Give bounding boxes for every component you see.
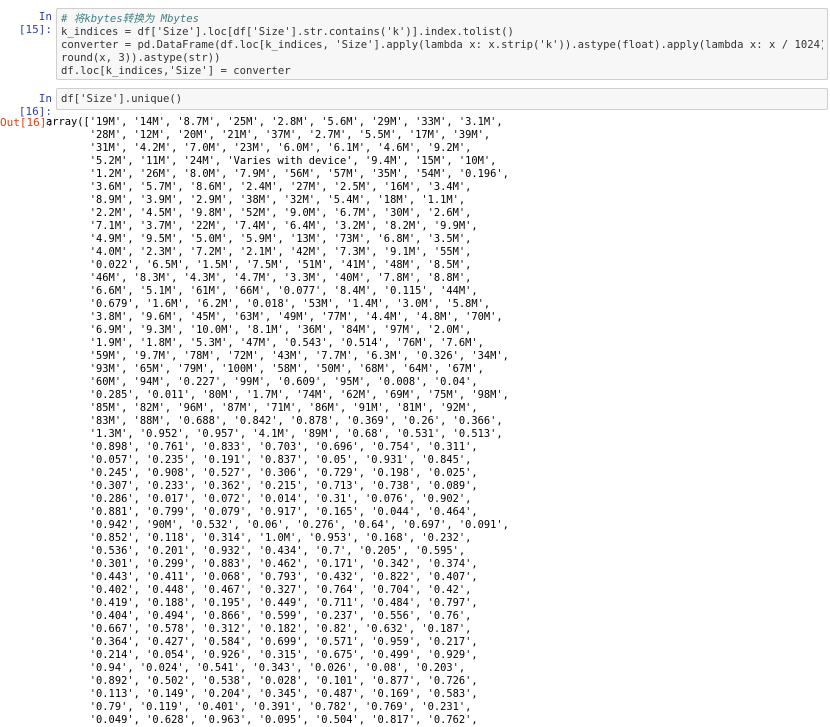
output-line: '0.307', '0.233', '0.362', '0.215', '0.7…	[46, 480, 478, 492]
code-line: df['Size'].unique()	[61, 93, 183, 105]
output-line: '3.6M', '5.7M', '8.6M', '2.4M', '27M', '…	[46, 181, 472, 193]
output-line: '0.898', '0.761', '0.833', '0.703', '0.6…	[46, 441, 478, 453]
code-line: df.loc[k_indices,'Size'] = converter	[61, 65, 291, 77]
output-line: '60M', '94M', '0.227', '99M', '0.609', '…	[46, 376, 478, 388]
code-input-16[interactable]: df['Size'].unique()	[56, 88, 828, 110]
output-line: '0.214', '0.054', '0.926', '0.315', '0.6…	[46, 649, 478, 661]
output-line: '0.022', '6.5M', '1.5M', '7.5M', '51M', …	[46, 259, 472, 271]
output-line: '6.9M', '9.3M', '10.0M', '8.1M', '36M', …	[46, 324, 472, 336]
output-line: '0.536', '0.201', '0.932', '0.434', '0.7…	[46, 545, 466, 557]
output-line: '0.94', '0.024', '0.541', '0.343', '0.02…	[46, 662, 466, 674]
output-line: '8.9M', '3.9M', '2.9M', '38M', '32M', '5…	[46, 194, 466, 206]
output-line: '0.286', '0.017', '0.072', '0.014', '0.3…	[46, 493, 472, 505]
output-line: '31M', '4.2M', '7.0M', '23M', '6.0M', '6…	[46, 142, 472, 154]
output-line: '4.0M', '2.3M', '7.2M', '2.1M', '42M', '…	[46, 246, 472, 258]
output-line: '46M', '8.3M', '4.3M', '4.7M', '3.3M', '…	[46, 272, 472, 284]
output-line: '0.402', '0.448', '0.467', '0.327', '0.7…	[46, 584, 472, 596]
output-line: '7.1M', '3.7M', '22M', '7.4M', '6.4M', '…	[46, 220, 478, 232]
output-line: '0.443', '0.411', '0.068', '0.793', '0.4…	[46, 571, 478, 583]
output-line: '0.667', '0.578', '0.312', '0.182', '0.8…	[46, 623, 472, 635]
code-input-15[interactable]: # 将kbytes转换为 Mbytes k_indices = df['Size'…	[56, 8, 828, 80]
output-line: '0.113', '0.149', '0.204', '0.345', '0.4…	[46, 688, 478, 700]
output-line: '0.057', '0.235', '0.191', '0.837', '0.0…	[46, 454, 472, 466]
output-line: '0.049', '0.628', '0.963', '0.095', '0.5…	[46, 714, 478, 726]
output-line: '0.285', '0.011', '80M', '1.7M', '74M', …	[46, 389, 509, 401]
output-line: '0.852', '0.118', '0.314', '1.0M', '0.95…	[46, 532, 472, 544]
code-cell-15[interactable]: In [15]: # 将kbytes转换为 Mbytes k_indices = …	[0, 8, 830, 80]
output-line: '3.8M', '9.6M', '45M', '63M', '49M', '77…	[46, 311, 503, 323]
output-line: '59M', '9.7M', '78M', '72M', '43M', '7.7…	[46, 350, 509, 362]
code-line: converter = pd.DataFrame(df.loc[k_indice…	[61, 39, 823, 51]
output-text-16: array(['19M', '14M', '8.7M', '25M', '2.8…	[46, 116, 509, 727]
output-line: '1.2M', '26M', '8.0M', '7.9M', '56M', '5…	[46, 168, 509, 180]
output-line: '2.2M', '4.5M', '9.8M', '52M', '9.0M', '…	[46, 207, 472, 219]
output-line: '83M', '88M', '0.688', '0.842', '0.878',…	[46, 415, 503, 427]
output-prompt-16: Out[16]:	[0, 116, 53, 129]
output-line: '0.364', '0.427', '0.584', '0.699', '0.5…	[46, 636, 478, 648]
output-line: '0.679', '1.6M', '6.2M', '0.018', '53M',…	[46, 298, 491, 310]
output-line: '0.419', '0.188', '0.195', '0.449', '0.7…	[46, 597, 478, 609]
code-line: round(x, 3)).astype(str))	[61, 52, 221, 64]
output-line: array(['19M', '14M', '8.7M', '25M', '2.8…	[46, 116, 503, 128]
output-line: '0.79', '0.119', '0.401', '0.391', '0.78…	[46, 701, 472, 713]
output-line: '93M', '65M', '79M', '100M', '58M', '50M…	[46, 363, 484, 375]
output-line: '0.245', '0.908', '0.527', '0.306', '0.7…	[46, 467, 478, 479]
input-prompt-15: In [15]:	[18, 10, 52, 36]
output-line: '6.6M', '5.1M', '61M', '66M', '0.077', '…	[46, 285, 478, 297]
output-line: '0.301', '0.299', '0.883', '0.462', '0.1…	[46, 558, 478, 570]
output-line: '5.2M', '11M', '24M', 'Varies with devic…	[46, 155, 497, 167]
output-line: '1.3M', '0.952', '0.957', '4.1M', '89M',…	[46, 428, 503, 440]
output-line: '0.892', '0.502', '0.538', '0.028', '0.1…	[46, 675, 478, 687]
output-line: '1.9M', '1.8M', '5.3M', '47M', '0.543', …	[46, 337, 484, 349]
code-comment: # 将kbytes转换为 Mbytes	[61, 13, 200, 25]
output-line: '85M', '82M', '96M', '87M', '71M', '86M'…	[46, 402, 478, 414]
code-cell-16[interactable]: In [16]: df['Size'].unique()	[0, 88, 830, 118]
output-line: '28M', '12M', '20M', '21M', '37M', '2.7M…	[46, 129, 491, 141]
output-line: '4.9M', '9.5M', '5.0M', '5.9M', '13M', '…	[46, 233, 472, 245]
output-area-16: Out[16]: array(['19M', '14M', '8.7M', '2…	[0, 114, 830, 727]
code-line: k_indices = df['Size'].loc[df['Size'].st…	[61, 26, 514, 38]
output-line: '0.942', '90M', '0.532', '0.06', '0.276'…	[46, 519, 509, 531]
output-line: '0.404', '0.494', '0.866', '0.599', '0.2…	[46, 610, 472, 622]
output-line: '0.881', '0.799', '0.079', '0.917', '0.1…	[46, 506, 478, 518]
